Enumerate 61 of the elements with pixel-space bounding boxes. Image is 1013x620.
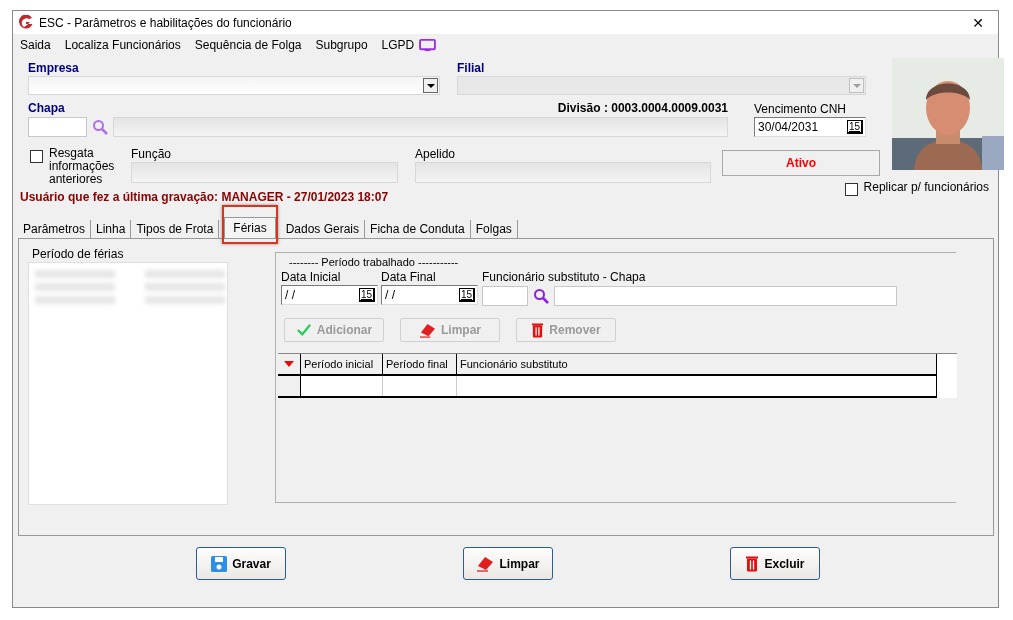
eraser-icon	[476, 555, 495, 572]
footer-button[interactable]: Gravar	[196, 547, 286, 580]
calendar-button[interactable]: 15	[458, 288, 475, 302]
footer-button[interactable]: Limpar	[463, 547, 553, 580]
menu-item[interactable]: LGPD	[381, 38, 415, 52]
column-header[interactable]: Período final	[383, 354, 457, 374]
footer-button[interactable]: Excluir	[730, 547, 820, 580]
date-field[interactable]: 30/04/2031 15	[754, 117, 866, 137]
field-label: Chapa	[28, 101, 65, 116]
menu-item[interactable]: Sequência de Folga	[194, 38, 302, 52]
calendar-button[interactable]: 15	[358, 288, 375, 302]
last-saved-text: Usuário que fez a última gravação: MANAGER - 27/01/2023 18:07	[20, 190, 389, 204]
checkbox-label: Replicar p/ funcionários	[863, 180, 989, 194]
app-logo-icon	[18, 14, 34, 31]
vacation-list[interactable]	[28, 262, 228, 505]
close-button[interactable]: ✕	[958, 11, 998, 34]
field-label: Filial	[457, 61, 486, 76]
monitor-icon[interactable]	[419, 38, 437, 52]
calendar-button[interactable]: 15	[846, 120, 863, 134]
column-header[interactable]: Funcionário substituto	[457, 354, 936, 374]
list-label: Período de férias	[31, 247, 125, 262]
field-label: Data Final	[381, 270, 437, 285]
trash-icon	[531, 322, 545, 338]
field-label: Data Inicial	[281, 270, 342, 285]
save-icon	[211, 555, 228, 572]
division-text: Divisão : 0003.0004.0009.0031	[557, 101, 728, 115]
status-button[interactable]: Ativo	[722, 150, 880, 176]
caret-icon	[852, 83, 861, 88]
date-field[interactable]: / / 15	[281, 285, 378, 305]
column-header[interactable]: Período inicial	[301, 354, 383, 374]
search-icon[interactable]	[92, 119, 108, 135]
row-header	[278, 376, 301, 396]
chapa-field[interactable]	[482, 286, 528, 306]
data-grid[interactable]: Período inicial Período final Funcionário substituto	[278, 353, 957, 398]
nickname-field[interactable]	[415, 162, 711, 183]
search-icon[interactable]	[533, 288, 549, 304]
tab[interactable]: Férias	[224, 217, 276, 238]
sort-icon	[284, 361, 294, 367]
menu-item[interactable]: Subgrupo	[315, 38, 368, 52]
function-field[interactable]	[131, 162, 398, 183]
field-label: Empresa	[28, 61, 80, 76]
employee-name-field[interactable]	[113, 117, 728, 137]
field-label: Vencimento CNH	[754, 102, 848, 117]
eraser-icon	[419, 322, 436, 338]
window-title: ESC - Parâmetros e habilitações do funcionário	[39, 15, 293, 30]
menu-item[interactable]: Saida	[20, 38, 51, 52]
caret-icon	[426, 83, 435, 88]
substitute-name-field[interactable]	[554, 286, 897, 306]
checkbox[interactable]	[844, 183, 858, 196]
trash-icon	[745, 555, 760, 572]
menu-item[interactable]: Localiza Funcionários	[64, 38, 181, 52]
date-field[interactable]: / / 15	[381, 285, 478, 305]
check-icon	[295, 323, 312, 337]
group-title: -------- Período trabalhado -----------	[288, 256, 460, 269]
company-dropdown[interactable]	[28, 76, 440, 95]
chapa-field[interactable]	[28, 117, 87, 137]
field-label: Funcionário substituto - Chapa	[482, 270, 647, 285]
field-label: Apelido	[415, 147, 457, 162]
field-label: Função	[131, 147, 173, 162]
checkbox[interactable]	[30, 150, 43, 163]
checkbox-label: Resgata informações anteriores	[49, 147, 113, 186]
